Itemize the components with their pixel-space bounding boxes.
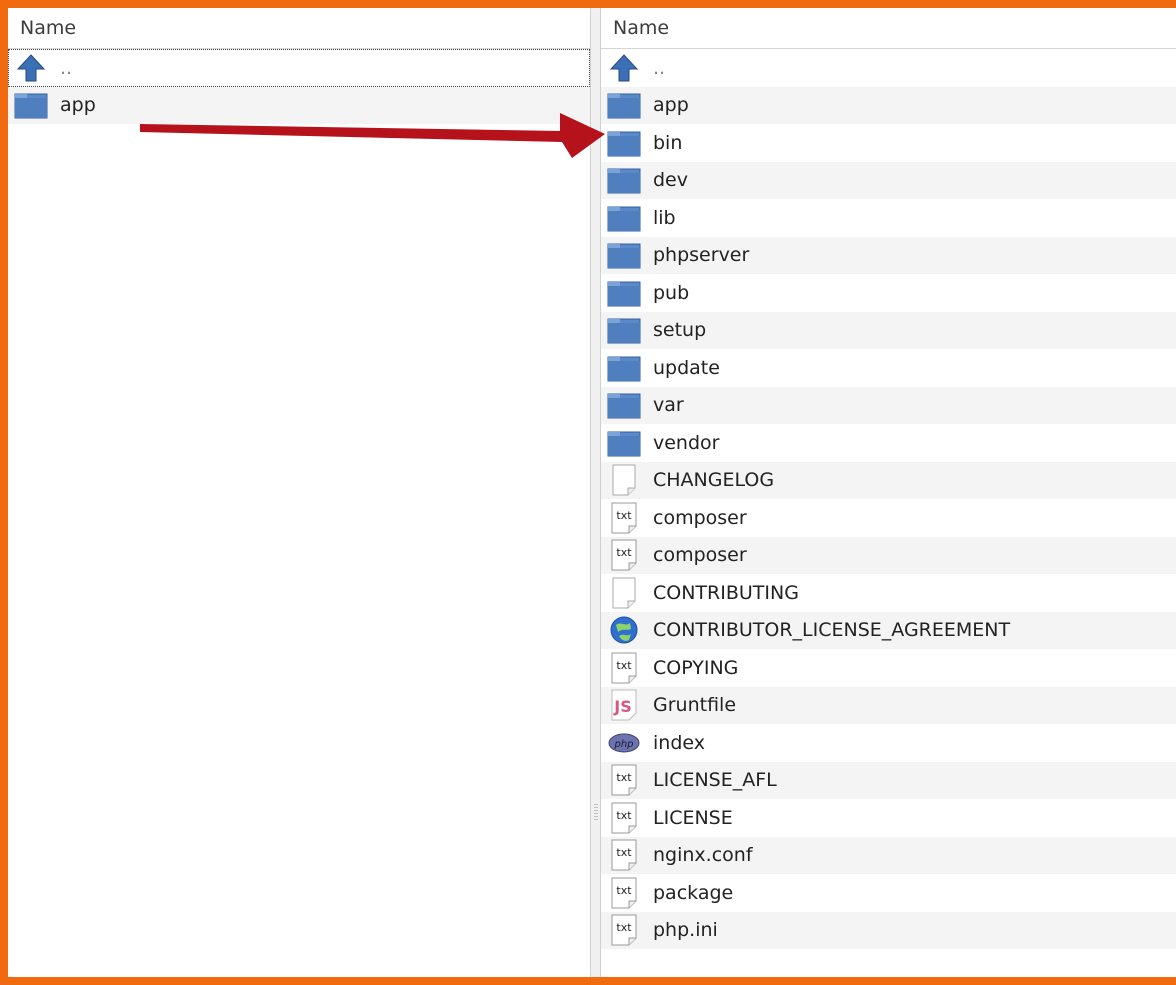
left-file-row[interactable]: app	[8, 86, 590, 124]
left-file-list: .. app	[8, 49, 590, 124]
right-file-item-name: LICENSE	[653, 806, 733, 829]
folder-icon	[607, 313, 641, 347]
right-file-item-name: lib	[653, 206, 676, 229]
right-file-row[interactable]: dev	[601, 161, 1176, 199]
folder-icon	[607, 238, 641, 272]
folder-icon	[607, 201, 641, 235]
right-file-item-name: setup	[653, 319, 707, 342]
panel-splitter[interactable]	[590, 8, 601, 977]
right-file-row[interactable]: txt LICENSE	[601, 799, 1176, 837]
folder-icon	[607, 388, 641, 422]
svg-text:txt: txt	[616, 546, 632, 559]
right-file-item-name: update	[653, 356, 720, 379]
txt-file-icon: txt	[607, 763, 641, 797]
right-file-item-name: vendor	[653, 431, 720, 454]
svg-text:txt: txt	[616, 809, 632, 822]
txt-file-icon: txt	[607, 838, 641, 872]
right-file-row[interactable]: txt composer	[601, 536, 1176, 574]
txt-file-icon: txt	[607, 913, 641, 947]
svg-text:txt: txt	[616, 771, 632, 784]
right-file-item-name: pub	[653, 281, 690, 304]
right-file-item-name: CONTRIBUTOR_LICENSE_AGREEMENT	[653, 619, 1011, 642]
right-file-row[interactable]: CONTRIBUTOR_LICENSE_AGREEMENT	[601, 611, 1176, 649]
svg-text:txt: txt	[616, 659, 632, 672]
right-file-row[interactable]: pub	[601, 274, 1176, 312]
folder-icon	[607, 351, 641, 385]
right-file-row[interactable]: ..	[601, 49, 1176, 87]
right-file-row[interactable]: txt LICENSE_AFL	[601, 761, 1176, 799]
folder-icon	[607, 126, 641, 160]
right-file-item-name: CONTRIBUTING	[653, 581, 799, 604]
folder-icon	[607, 426, 641, 460]
right-file-item-name: index	[653, 731, 705, 754]
right-file-row[interactable]: vendor	[601, 424, 1176, 462]
right-file-item-name: COPYING	[653, 656, 739, 679]
right-file-item-name: var	[653, 394, 684, 417]
svg-text:txt: txt	[616, 509, 632, 522]
file-manager-window: Name .. app Name .. app bin dev lib phpserver p…	[8, 8, 1176, 977]
right-file-row[interactable]: CHANGELOG	[601, 461, 1176, 499]
txt-file-icon: txt	[607, 501, 641, 535]
blank-file-icon	[607, 576, 641, 610]
right-file-item-name: CHANGELOG	[653, 469, 775, 492]
svg-text:php: php	[613, 739, 633, 750]
right-file-item-name: phpserver	[653, 244, 750, 267]
right-file-item-name: package	[653, 881, 734, 904]
right-file-item-name: app	[653, 94, 689, 117]
right-file-list: .. app bin dev lib phpserver pub setup update var…	[601, 49, 1176, 949]
txt-file-icon: txt	[607, 538, 641, 572]
blank-file-icon	[607, 463, 641, 497]
right-file-item-name: Gruntfile	[653, 694, 737, 717]
left-file-item-name: ..	[60, 56, 73, 79]
right-file-item-name: bin	[653, 131, 683, 154]
svg-text:txt: txt	[616, 884, 632, 897]
right-file-item-name: dev	[653, 169, 688, 192]
right-file-panel: Name .. app bin dev lib phpserver pub setup upda…	[601, 8, 1176, 977]
up-arrow-icon	[607, 51, 641, 85]
right-file-row[interactable]: app	[601, 86, 1176, 124]
right-file-row[interactable]: phpserver	[601, 236, 1176, 274]
right-file-row[interactable]: lib	[601, 199, 1176, 237]
right-file-row[interactable]: bin	[601, 124, 1176, 162]
svg-text:txt: txt	[616, 921, 632, 934]
globe-file-icon	[607, 613, 641, 647]
txt-file-icon: txt	[607, 801, 641, 835]
left-file-row[interactable]: ..	[8, 49, 590, 87]
js-file-icon: JS	[607, 688, 641, 722]
folder-icon	[14, 88, 48, 122]
right-file-row[interactable]: setup	[601, 311, 1176, 349]
right-file-row[interactable]: txt php.ini	[601, 911, 1176, 949]
right-file-item-name: composer	[653, 544, 747, 567]
right-file-row[interactable]: var	[601, 386, 1176, 424]
right-file-row[interactable]: txt package	[601, 874, 1176, 912]
right-file-row[interactable]: JS Gruntfile	[601, 686, 1176, 724]
folder-icon	[607, 88, 641, 122]
svg-text:JS: JS	[613, 697, 631, 716]
right-file-row[interactable]: CONTRIBUTING	[601, 574, 1176, 612]
right-file-row[interactable]: php index	[601, 724, 1176, 762]
txt-file-icon: txt	[607, 651, 641, 685]
left-file-panel: Name .. app	[8, 8, 590, 977]
svg-text:txt: txt	[616, 846, 632, 859]
left-name-column-header[interactable]: Name	[8, 8, 590, 49]
txt-file-icon: txt	[607, 876, 641, 910]
right-file-item-name: composer	[653, 506, 747, 529]
right-file-item-name: nginx.conf	[653, 844, 753, 867]
php-file-icon: php	[607, 726, 641, 760]
right-name-column-header[interactable]: Name	[601, 8, 1176, 49]
right-file-row[interactable]: txt COPYING	[601, 649, 1176, 687]
folder-icon	[607, 276, 641, 310]
splitter-grip[interactable]	[594, 804, 598, 822]
up-arrow-icon	[14, 51, 48, 85]
folder-icon	[607, 163, 641, 197]
right-file-item-name: LICENSE_AFL	[653, 769, 777, 792]
right-file-row[interactable]: update	[601, 349, 1176, 387]
right-file-row[interactable]: txt nginx.conf	[601, 836, 1176, 874]
right-file-row[interactable]: txt composer	[601, 499, 1176, 537]
right-file-item-name: php.ini	[653, 919, 718, 942]
right-file-item-name: ..	[653, 56, 666, 79]
left-file-item-name: app	[60, 94, 96, 117]
